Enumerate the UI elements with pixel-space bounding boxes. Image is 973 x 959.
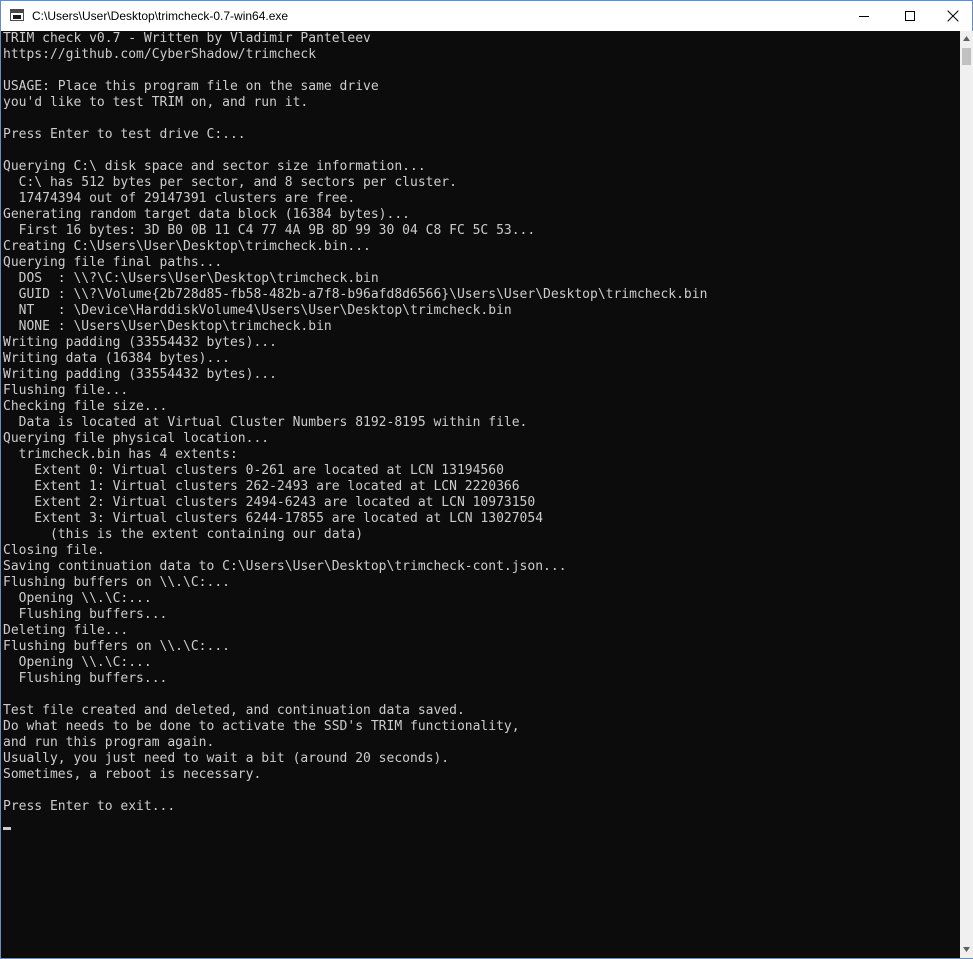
console-line: (this is the extent containing our data): [3, 527, 364, 542]
console-line: Press Enter to test drive C:...: [3, 127, 246, 142]
console-line: Opening \\.\C:...: [3, 591, 152, 606]
console-line: First 16 bytes: 3D B0 0B 11 C4 77 4A 9B …: [3, 223, 536, 238]
console-line: TRIM check v0.7 - Written by Vladimir Pa…: [3, 31, 371, 46]
console-line: Test file created and deleted, and conti…: [3, 703, 465, 718]
console-line: NONE : \Users\User\Desktop\trimcheck.bin: [3, 319, 332, 334]
console-line: Flushing buffers on \\.\C:...: [3, 575, 230, 590]
console-line: Press Enter to exit...: [3, 799, 176, 814]
maximize-icon: [905, 11, 915, 21]
title-bar[interactable]: C:\Users\User\Desktop\trimcheck-0.7-win6…: [1, 1, 972, 31]
console-line: Writing padding (33554432 bytes)...: [3, 335, 277, 350]
console-line: Extent 0: Virtual clusters 0-261 are loc…: [3, 463, 504, 478]
console-app-icon[interactable]: [10, 9, 24, 21]
console-line: Do what needs to be done to activate the…: [3, 719, 520, 734]
console-line: C:\ has 512 bytes per sector, and 8 sect…: [3, 175, 457, 190]
maximize-button[interactable]: [887, 1, 933, 31]
console-line: Querying file physical location...: [3, 431, 270, 446]
console-line: Flushing file...: [3, 383, 129, 398]
console-line: Saving continuation data to C:\Users\Use…: [3, 559, 567, 574]
console-line: Creating C:\Users\User\Desktop\trimcheck…: [3, 239, 371, 254]
console-window: C:\Users\User\Desktop\trimcheck-0.7-win6…: [0, 0, 973, 959]
minimize-button[interactable]: [841, 1, 887, 31]
console-line: Extent 1: Virtual clusters 262-2493 are …: [3, 479, 520, 494]
console-line: Extent 2: Virtual clusters 2494-6243 are…: [3, 495, 536, 510]
console-output-area[interactable]: TRIM check v0.7 - Written by Vladimir Pa…: [2, 31, 960, 958]
console-line: USAGE: Place this program file on the sa…: [3, 79, 379, 94]
console-line: Closing file.: [3, 543, 105, 558]
console-text: TRIM check v0.7 - Written by Vladimir Pa…: [3, 31, 707, 815]
console-line: Usually, you just need to wait a bit (ar…: [3, 751, 450, 766]
console-line: Data is located at Virtual Cluster Numbe…: [3, 415, 528, 430]
console-line: Opening \\.\C:...: [3, 655, 152, 670]
scroll-down-arrow-icon: [963, 947, 970, 952]
console-line: Writing data (16384 bytes)...: [3, 351, 230, 366]
console-line: Deleting file...: [3, 623, 129, 638]
minimize-icon: [859, 16, 869, 17]
close-button[interactable]: [933, 1, 973, 31]
scroll-up-arrow-icon: [963, 36, 970, 41]
console-line: you'd like to test TRIM on, and run it.: [3, 95, 309, 110]
console-line: Querying C:\ disk space and sector size …: [3, 159, 426, 174]
vertical-scrollbar[interactable]: [960, 31, 973, 958]
console-line: DOS : \\?\C:\Users\User\Desktop\trimchec…: [3, 271, 379, 286]
console-line: and run this program again.: [3, 735, 215, 750]
console-line: Flushing buffers...: [3, 671, 168, 686]
scroll-down-button[interactable]: [960, 942, 973, 958]
console-line: Writing padding (33554432 bytes)...: [3, 367, 277, 382]
console-line: Checking file size...: [3, 399, 168, 414]
console-line: https://github.com/CyberShadow/trimcheck: [3, 47, 317, 62]
console-line: Querying file final paths...: [3, 255, 223, 270]
console-line: trimcheck.bin has 4 extents:: [3, 447, 238, 462]
scroll-up-button[interactable]: [960, 31, 973, 47]
text-cursor: [3, 827, 11, 830]
console-line: 17474394 out of 29147391 clusters are fr…: [3, 191, 356, 206]
console-line: NT : \Device\HarddiskVolume4\Users\User\…: [3, 303, 512, 318]
console-line: Extent 3: Virtual clusters 6244-17855 ar…: [3, 511, 544, 526]
scroll-thumb[interactable]: [962, 48, 971, 65]
window-title: C:\Users\User\Desktop\trimcheck-0.7-win6…: [32, 9, 289, 23]
console-line: GUID : \\?\Volume{2b728d85-fb58-482b-a7f…: [3, 287, 708, 302]
console-line: Flushing buffers on \\.\C:...: [3, 639, 230, 654]
console-line: Sometimes, a reboot is necessary.: [3, 767, 262, 782]
close-icon: [947, 10, 959, 22]
console-line: Generating random target data block (163…: [3, 207, 410, 222]
console-line: Flushing buffers...: [3, 607, 168, 622]
